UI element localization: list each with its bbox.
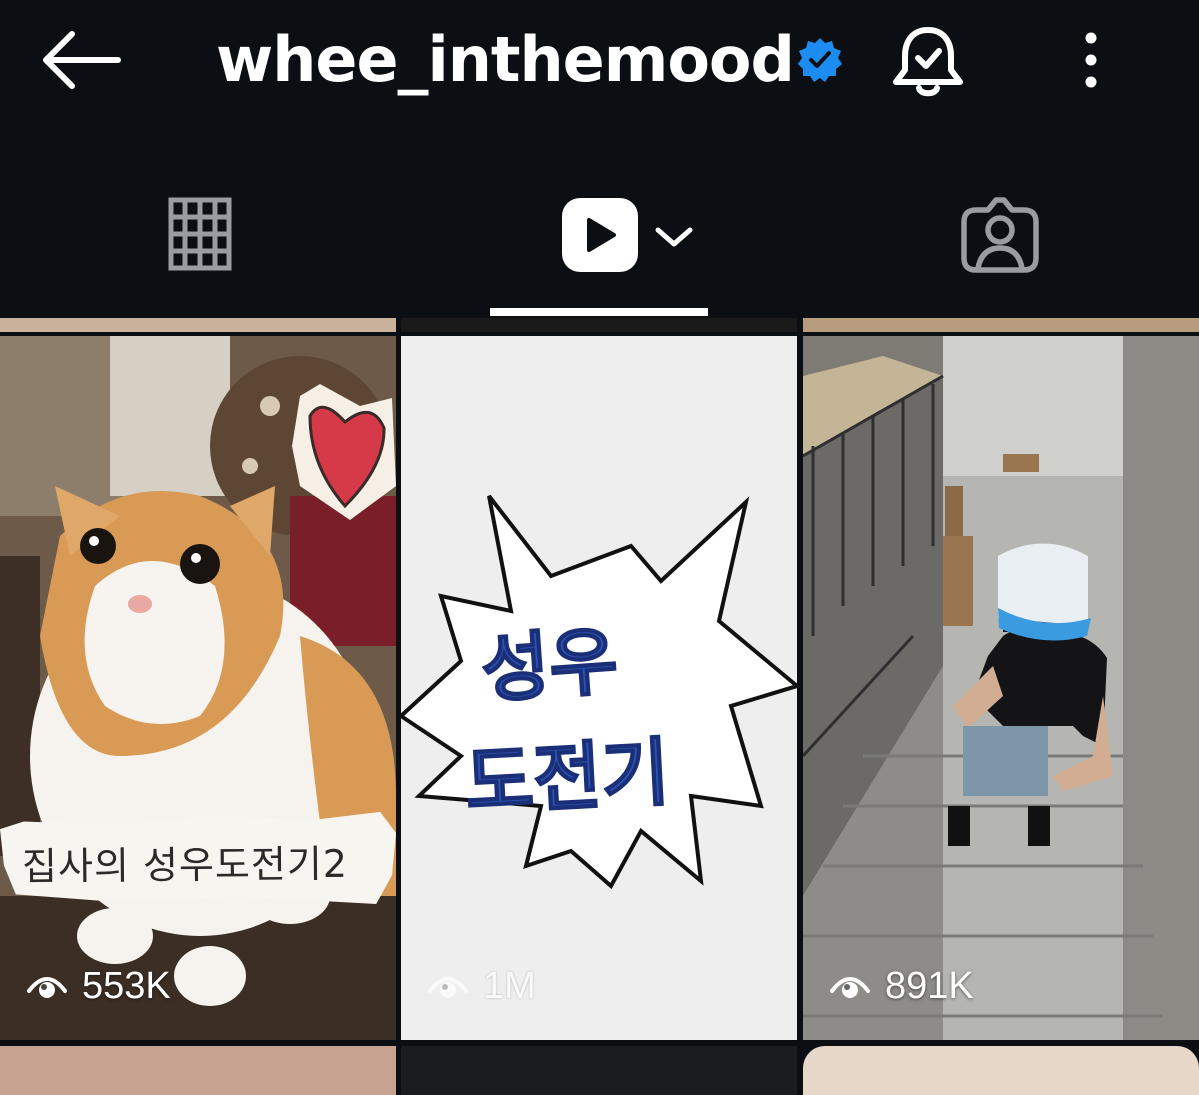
previous-row-strip xyxy=(0,318,396,332)
views-eye-icon xyxy=(830,977,870,998)
tab-grid[interactable] xyxy=(100,150,300,316)
view-count-text: 553K xyxy=(82,964,171,1007)
burst-title-line2: 도전기 xyxy=(462,729,672,828)
more-options-button[interactable] xyxy=(1066,28,1116,92)
reel-caption: 집사의 성우도전기2 xyxy=(21,841,349,889)
reel-tile-partial[interactable] xyxy=(0,1046,396,1095)
profile-header: whee_inthemood xyxy=(0,0,1199,120)
view-count: 553K xyxy=(26,964,171,1008)
cat-thumbnail-image xyxy=(0,336,396,1040)
previous-row-strip xyxy=(803,318,1199,332)
chevron-down-icon xyxy=(655,227,693,247)
tab-reels[interactable] xyxy=(490,150,708,316)
back-button[interactable] xyxy=(38,28,124,92)
active-tab-indicator xyxy=(490,308,708,316)
profile-tabs xyxy=(0,150,1199,320)
reels-grid: 집사의 성우도전기2 553K 성우 도전기 1M 891K xyxy=(0,318,1199,1095)
bell-check-icon xyxy=(893,27,963,97)
views-eye-icon xyxy=(27,977,67,998)
reel-tile[interactable]: 891K xyxy=(803,336,1199,1040)
view-count-text: 1M xyxy=(483,964,536,1007)
view-count: 1M xyxy=(427,964,536,1008)
stairs-thumbnail-image xyxy=(803,336,1199,1040)
reel-tile-partial[interactable] xyxy=(803,1046,1199,1095)
burst-title-line1: 성우 xyxy=(478,617,622,714)
verified-badge-icon xyxy=(796,36,844,84)
views-eye-icon xyxy=(428,977,468,998)
profile-username: whee_inthemood xyxy=(216,23,795,96)
reel-tile-partial[interactable] xyxy=(401,1046,797,1095)
back-arrow-icon xyxy=(43,31,121,89)
more-vertical-icon xyxy=(1085,32,1097,88)
reel-tile[interactable]: 집사의 성우도전기2 553K xyxy=(0,336,396,1040)
tagged-person-icon xyxy=(961,197,1039,273)
view-count-text: 891K xyxy=(885,964,974,1007)
partial-thumbnail xyxy=(803,1046,1199,1095)
view-count: 891K xyxy=(829,964,974,1008)
tab-tagged[interactable] xyxy=(900,150,1100,316)
previous-row-strip xyxy=(401,318,797,332)
reel-tile[interactable]: 성우 도전기 1M xyxy=(401,336,797,1040)
profile-page: whee_inthemood 집사의 성우도전기2 553K 성우 도전기 1M… xyxy=(0,0,1199,1095)
notifications-button[interactable] xyxy=(888,22,968,102)
grid-icon xyxy=(168,197,232,271)
